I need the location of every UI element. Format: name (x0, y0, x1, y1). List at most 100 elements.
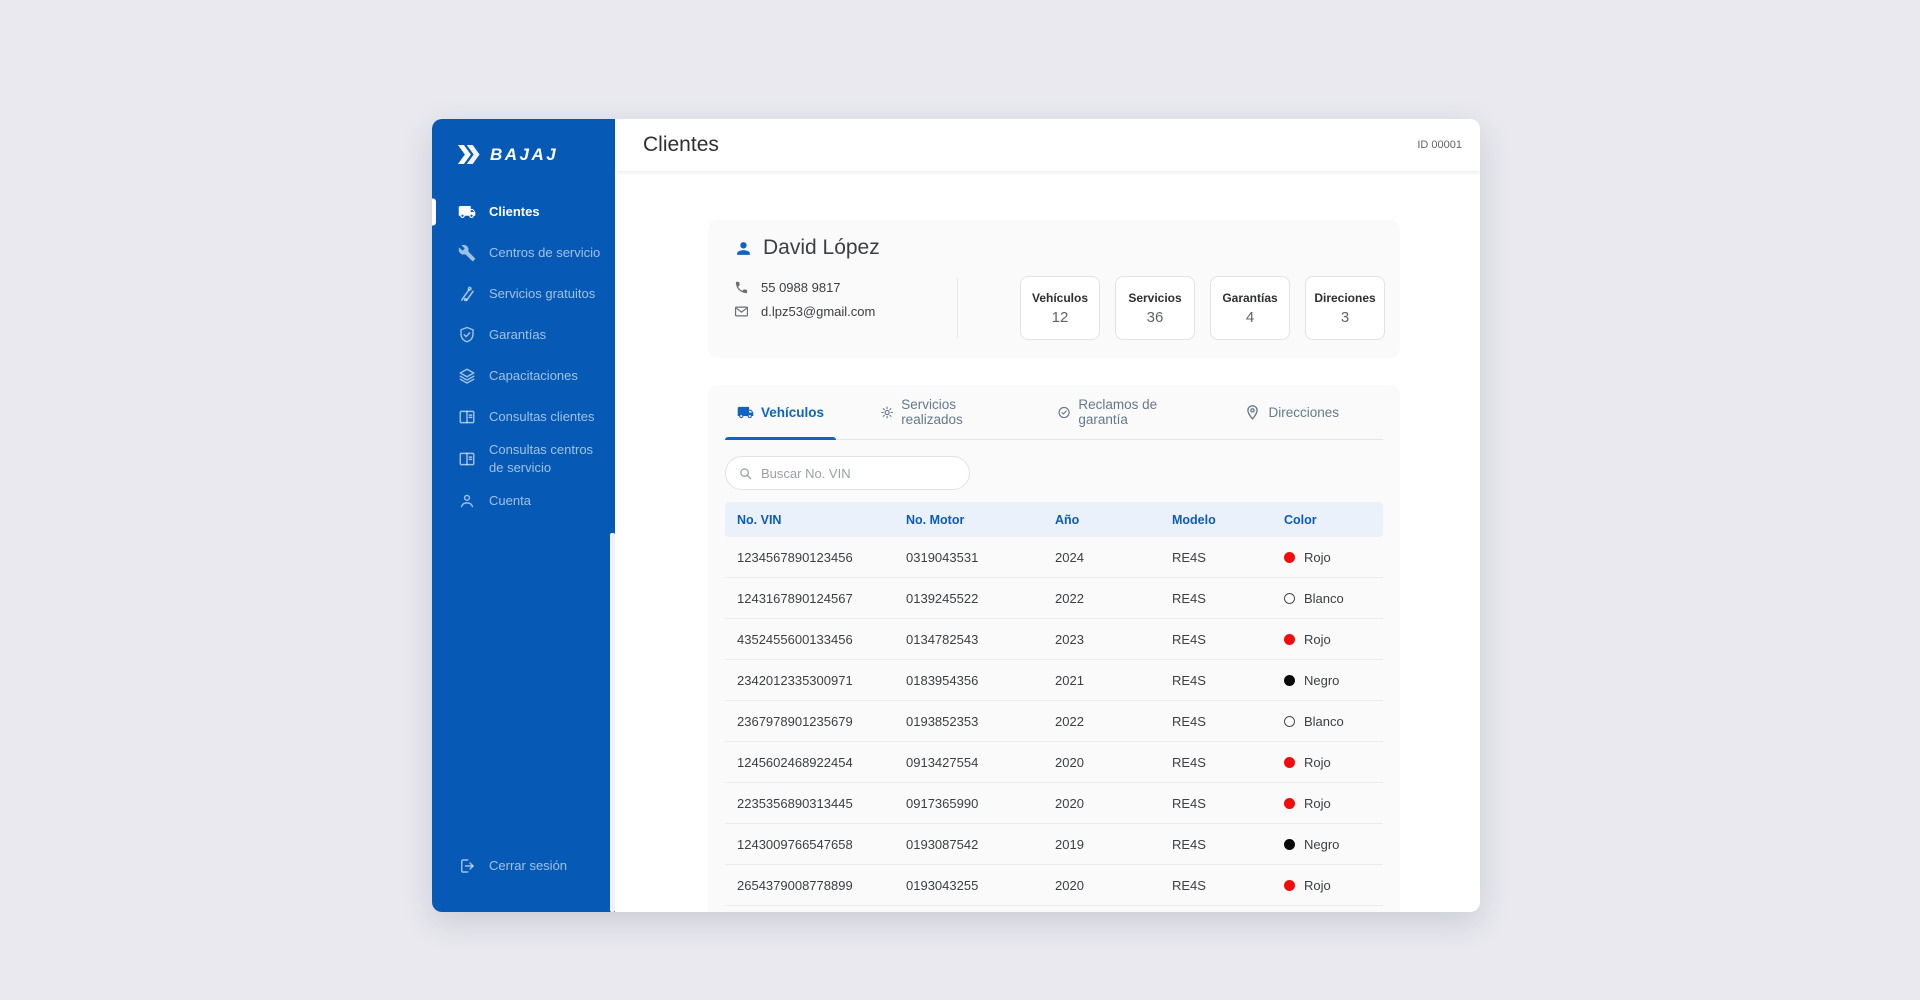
sidebar-item-cuenta[interactable]: Cuenta (432, 480, 615, 521)
color-label: Rojo (1304, 632, 1331, 647)
model-cell: RE4S (1172, 550, 1284, 565)
vin-cell: 2367978901235679 (737, 714, 906, 729)
year-cell: 2022 (1055, 591, 1172, 606)
truck-icon (737, 404, 754, 421)
table-row[interactable]: 2654379008778899 0193043255 2020 RE4S Ro… (725, 865, 1383, 906)
email-icon (734, 304, 749, 319)
truck-icon (458, 203, 476, 221)
motor-cell: 0319043531 (906, 550, 1055, 565)
model-cell: RE4S (1172, 837, 1284, 852)
column-header-year: Año (1055, 513, 1172, 527)
client-person-icon (734, 239, 753, 258)
stat-value: 3 (1341, 309, 1349, 326)
vin-cell: 1234567890123456 (737, 550, 906, 565)
sidebar-item-consultas-clientes[interactable]: Consultas clientes (432, 396, 615, 437)
color-dot (1284, 716, 1295, 727)
color-dot (1284, 593, 1295, 604)
tab-reclamos-de-garantia[interactable]: Reclamos de garantía (1045, 397, 1200, 439)
column-header-vin: No. VIN (737, 513, 906, 527)
client-detail-card: Vehículos Servicios realizados Reclamos … (708, 385, 1400, 912)
motor-cell: 0913427554 (906, 755, 1055, 770)
vehicles-table: No. VIN No. Motor Año Modelo Color 12345… (725, 502, 1383, 906)
sidebar-item-centros-de-servicio[interactable]: Centros de servicio (432, 232, 615, 273)
content-area: David López 55 0988 9817 d.lpz53@gmail.c… (615, 171, 1480, 912)
motor-cell: 0139245522 (906, 591, 1055, 606)
bajaj-logo-icon (456, 144, 481, 165)
logout-label: Cerrar sesión (489, 858, 567, 873)
table-row[interactable]: 4352455600133456 0134782543 2023 RE4S Ro… (725, 619, 1383, 660)
top-header: Clientes ID 00001 (615, 119, 1480, 171)
table-row[interactable]: 2342012335300971 0183954356 2021 RE4S Ne… (725, 660, 1383, 701)
model-cell: RE4S (1172, 714, 1284, 729)
check-circle-icon (1057, 404, 1071, 421)
sidebar-item-clientes[interactable]: Clientes (432, 191, 615, 232)
color-label: Rojo (1304, 550, 1331, 565)
sidebar-item-label: Consultas centros de servicio (489, 441, 601, 476)
table-row[interactable]: 1245602468922454 0913427554 2020 RE4S Ro… (725, 742, 1383, 783)
motor-cell: 0193043255 (906, 878, 1055, 893)
color-label: Blanco (1304, 714, 1344, 729)
year-cell: 2021 (1055, 673, 1172, 688)
table-row[interactable]: 1234567890123456 0319043531 2024 RE4S Ro… (725, 537, 1383, 578)
year-cell: 2024 (1055, 550, 1172, 565)
sidebar-item-label: Garantías (489, 326, 546, 344)
table-header-row: No. VIN No. Motor Año Modelo Color (725, 502, 1383, 537)
table-row[interactable]: 2367978901235679 0193852353 2022 RE4S Bl… (725, 701, 1383, 742)
motor-cell: 0183954356 (906, 673, 1055, 688)
tab-label: Servicios realizados (901, 397, 1001, 427)
sidebar-item-consultas-centros-de-servicio[interactable]: Consultas centros de servicio (432, 437, 615, 480)
pin-icon (1244, 404, 1261, 421)
tools-icon (458, 285, 476, 303)
client-email-row: d.lpz53@gmail.com (734, 304, 957, 319)
logout-button[interactable]: Cerrar sesión (432, 845, 615, 886)
table-row[interactable]: 2235356890313445 0917365990 2020 RE4S Ro… (725, 783, 1383, 824)
sidebar-nav: Clientes Centros de servicio Servicios g… (432, 191, 615, 845)
vin-cell: 4352455600133456 (737, 632, 906, 647)
sidebar-item-capacitaciones[interactable]: Capacitaciones (432, 355, 615, 396)
logout-icon (458, 857, 476, 875)
color-cell: Blanco (1284, 714, 1383, 729)
sidebar-item-label: Capacitaciones (489, 367, 578, 385)
stat-value: 4 (1246, 309, 1254, 326)
tab-label: Direcciones (1268, 405, 1339, 420)
stat-label: Servicios (1128, 291, 1181, 305)
tab-direcciones[interactable]: Direcciones (1232, 397, 1351, 439)
vin-search-input[interactable] (761, 466, 957, 481)
table-row[interactable]: 1243167890124567 0139245522 2022 RE4S Bl… (725, 578, 1383, 619)
color-cell: Rojo (1284, 878, 1383, 893)
main-area: Clientes ID 00001 David López 55 0988 98… (615, 119, 1480, 912)
color-cell: Rojo (1284, 550, 1383, 565)
color-label: Rojo (1304, 878, 1331, 893)
brand-name: BAJAJ (490, 145, 558, 165)
color-label: Rojo (1304, 796, 1331, 811)
sidebar-item-label: Cuenta (489, 492, 531, 510)
sidebar-item-label: Clientes (489, 203, 540, 221)
sidebar: BAJAJ Clientes Centros de servicio Servi… (432, 119, 615, 912)
color-cell: Rojo (1284, 632, 1383, 647)
color-label: Blanco (1304, 591, 1344, 606)
model-cell: RE4S (1172, 796, 1284, 811)
sidebar-item-label: Servicios gratuitos (489, 285, 595, 303)
motor-cell: 0917365990 (906, 796, 1055, 811)
stat-card-servicios: Servicios 36 (1115, 276, 1195, 340)
color-label: Negro (1304, 673, 1339, 688)
sidebar-item-servicios-gratuitos[interactable]: Servicios gratuitos (432, 273, 615, 314)
sidebar-scrollbar[interactable] (610, 533, 615, 912)
tab-servicios-realizados[interactable]: Servicios realizados (868, 397, 1013, 439)
table-row[interactable]: 1243009766547658 0193087542 2019 RE4S Ne… (725, 824, 1383, 865)
tab-label: Reclamos de garantía (1078, 397, 1188, 427)
color-dot (1284, 675, 1295, 686)
column-header-model: Modelo (1172, 513, 1284, 527)
sidebar-item-garantias[interactable]: Garantías (432, 314, 615, 355)
tab-vehiculos[interactable]: Vehículos (725, 397, 836, 439)
stat-label: Garantías (1222, 291, 1277, 305)
brand-logo: BAJAJ (432, 119, 615, 175)
motor-cell: 0193852353 (906, 714, 1055, 729)
stat-value: 12 (1052, 309, 1069, 326)
color-cell: Negro (1284, 837, 1383, 852)
tab-bar: Vehículos Servicios realizados Reclamos … (725, 397, 1383, 440)
column-header-color: Color (1284, 513, 1383, 527)
color-cell: Rojo (1284, 755, 1383, 770)
color-cell: Blanco (1284, 591, 1383, 606)
model-cell: RE4S (1172, 755, 1284, 770)
